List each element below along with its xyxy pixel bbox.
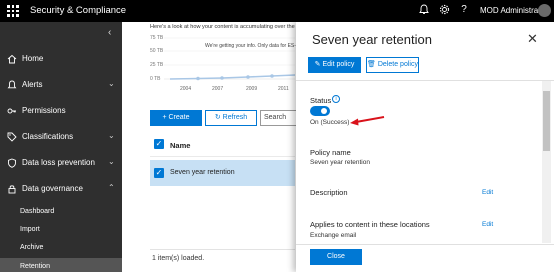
info-icon[interactable]: i xyxy=(332,95,340,103)
bell-icon[interactable] xyxy=(418,4,430,16)
policy-name-label: Policy name xyxy=(310,148,351,157)
items-loaded-status: 1 item(s) loaded. xyxy=(152,255,205,262)
red-arrow-icon xyxy=(350,116,385,126)
policy-name-value: Seven year retention xyxy=(310,159,370,166)
panel-actions: ✎ Edit policy 🗑 Delete policy xyxy=(296,52,554,78)
edit-description-link[interactable]: Edit xyxy=(482,189,493,196)
avatar[interactable] xyxy=(538,4,551,17)
sidebar-subitem-dashboard[interactable]: Dashboard xyxy=(0,203,122,221)
create-button[interactable]: + Create xyxy=(150,110,202,126)
sidebar-item-permissions[interactable]: Permissions xyxy=(0,98,122,124)
sidebar-subitem-retention[interactable]: Retention xyxy=(0,258,122,272)
edit-policy-button[interactable]: ✎ Edit policy xyxy=(308,57,361,73)
sidebar-item-alerts[interactable]: Alerts ⌄ xyxy=(0,72,122,98)
sidebar-item-data-governance[interactable]: Data governance ⌃ xyxy=(0,176,122,202)
help-icon[interactable]: ? xyxy=(458,4,470,16)
sidebar-item-label: Data governance xyxy=(22,184,83,193)
sidebar-subitem-import[interactable]: Import xyxy=(0,221,122,239)
panel-scrollbar[interactable] xyxy=(542,81,551,243)
sidebar-item-label: Alerts xyxy=(22,80,43,89)
sidebar-subitem-label: Dashboard xyxy=(20,208,55,215)
top-bar: Security & Compliance ? MOD Administrato… xyxy=(0,0,554,22)
status-toggle[interactable] xyxy=(310,106,330,116)
sidebar-subitem-archive[interactable]: Archive xyxy=(0,239,122,257)
sidebar-subitem-label: Retention xyxy=(20,263,50,270)
x-tick-label: 2007 xyxy=(212,86,224,92)
sidebar-item-label: Data loss prevention xyxy=(22,158,95,167)
delete-policy-label: Delete policy xyxy=(377,61,418,68)
home-icon xyxy=(7,54,17,64)
delete-policy-button[interactable]: 🗑 Delete policy xyxy=(366,57,419,73)
tag-icon xyxy=(7,132,17,142)
table-row[interactable]: ✓ Seven year retention xyxy=(150,160,295,186)
key-icon xyxy=(7,108,16,114)
scrollbar-thumb[interactable] xyxy=(543,91,550,151)
edit-locations-link[interactable]: Edit xyxy=(482,221,493,228)
chart-intro-text: Here's a look at how your content is acc… xyxy=(150,24,303,30)
panel-title: Seven year retention xyxy=(312,32,432,47)
description-label: Description xyxy=(310,188,348,197)
x-tick-label: 2004 xyxy=(180,86,192,92)
refresh-label: Refresh xyxy=(222,114,248,121)
edit-policy-label: Edit policy xyxy=(322,61,355,68)
chart-point xyxy=(196,76,200,81)
select-all-checkbox[interactable]: ✓ xyxy=(154,139,164,149)
status-label: Status xyxy=(310,96,332,105)
sidebar-subitem-label: Import xyxy=(20,226,40,233)
usage-chart xyxy=(164,37,295,81)
row-name: Seven year retention xyxy=(170,169,235,176)
column-header-name[interactable]: Name xyxy=(170,141,190,150)
pencil-icon: ✎ xyxy=(314,61,321,68)
sidebar-item-label: Permissions xyxy=(22,106,66,115)
sidebar-item-label: Classifications xyxy=(22,132,74,141)
gear-icon[interactable] xyxy=(438,4,450,16)
chart-point xyxy=(246,75,250,79)
refresh-icon: ↻ xyxy=(214,114,221,121)
shield-icon xyxy=(8,158,16,168)
status-value: On (Success) xyxy=(310,119,350,126)
alert-icon xyxy=(7,80,17,89)
x-tick-label: 2011 xyxy=(278,86,289,92)
chevron-down-icon: ⌄ xyxy=(108,131,115,140)
applies-to-value: Exchange email xyxy=(310,232,357,239)
sidebar-item-data-loss-prevention[interactable]: Data loss prevention ⌄ xyxy=(0,150,122,176)
sidebar-item-classifications[interactable]: Classifications ⌄ xyxy=(0,124,122,150)
lock-icon xyxy=(8,185,16,194)
divider xyxy=(150,249,295,250)
chevron-down-icon: ⌄ xyxy=(108,79,115,88)
sidebar: ‹ Home Alerts ⌄ Permissions Classificati… xyxy=(0,22,122,272)
app-launcher-icon[interactable] xyxy=(7,5,19,17)
chevron-up-icon: ⌃ xyxy=(108,183,115,192)
collapse-sidebar-icon[interactable]: ‹ xyxy=(108,27,111,38)
chart-point xyxy=(270,74,274,78)
sidebar-subitem-label: Archive xyxy=(20,244,44,251)
sidebar-item-label: Home xyxy=(22,54,44,63)
row-checkbox[interactable]: ✓ xyxy=(154,168,164,178)
app-title[interactable]: Security & Compliance xyxy=(30,5,126,16)
search-input[interactable]: Search xyxy=(260,110,298,126)
table-header: ✓ Name xyxy=(150,133,295,157)
close-button[interactable]: Close xyxy=(310,249,362,265)
policy-details-panel: Seven year retention ✕ ✎ Edit policy 🗑 D… xyxy=(296,22,554,272)
divider xyxy=(296,80,554,81)
sidebar-item-home[interactable]: Home xyxy=(0,46,122,72)
applies-to-label: Applies to content in these locations xyxy=(310,220,430,229)
panel-footer: Close xyxy=(296,244,554,272)
chart-line xyxy=(169,74,295,80)
refresh-button[interactable]: ↻ Refresh xyxy=(205,110,257,126)
close-icon[interactable]: ✕ xyxy=(527,31,538,47)
chart-point xyxy=(220,76,224,80)
chevron-down-icon: ⌄ xyxy=(108,157,115,166)
toggle-knob xyxy=(321,108,327,114)
trash-icon: 🗑 xyxy=(367,61,376,68)
x-tick-label: 2009 xyxy=(246,86,258,92)
